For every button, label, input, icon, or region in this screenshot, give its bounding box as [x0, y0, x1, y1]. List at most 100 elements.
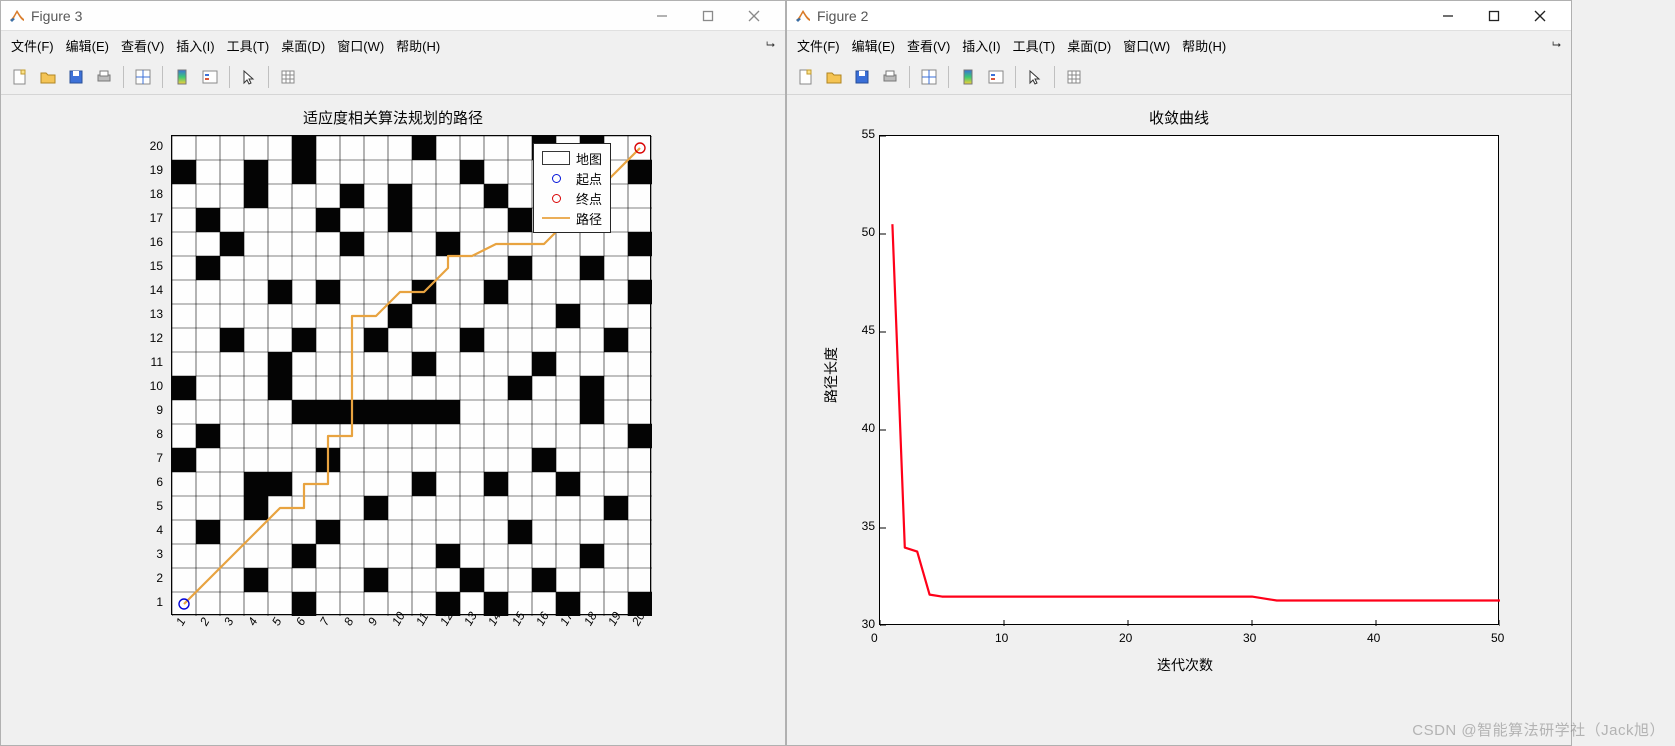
menu-view[interactable]: 查看(V) [907, 36, 950, 55]
menu-edit[interactable]: 编辑(E) [66, 36, 109, 55]
y-tick-label: 2 [139, 571, 163, 585]
expand-icon[interactable]: ⮡ [1552, 39, 1561, 52]
save-icon[interactable] [63, 64, 89, 90]
y-tick-label: 40 [849, 421, 875, 435]
x-tick-label: 50 [1491, 631, 1504, 645]
y-tick-label: 9 [139, 403, 163, 417]
minimize-button[interactable] [1425, 2, 1471, 30]
open-icon[interactable] [821, 64, 847, 90]
data-cursor-icon[interactable] [916, 64, 942, 90]
legend-swatch-rect [542, 151, 570, 165]
print-icon[interactable] [877, 64, 903, 90]
y-tick-label: 19 [139, 163, 163, 177]
legend-label: 终点 [576, 189, 602, 208]
menu-window[interactable]: 窗口(W) [337, 36, 384, 55]
menu-desktop[interactable]: 桌面(D) [1067, 36, 1111, 55]
y-tick-label: 11 [139, 355, 163, 369]
legend-label: 起点 [576, 169, 602, 188]
menu-insert[interactable]: 插入(I) [176, 36, 214, 55]
menu-view[interactable]: 查看(V) [121, 36, 164, 55]
menu-help[interactable]: 帮助(H) [396, 36, 440, 55]
x-tick-label: 5 [269, 615, 284, 628]
y-tick-label: 20 [139, 139, 163, 153]
window-title: Figure 3 [31, 8, 639, 24]
close-button[interactable] [1517, 2, 1563, 30]
y-tick-label: 16 [139, 235, 163, 249]
colorbar-icon[interactable] [169, 64, 195, 90]
minimize-button[interactable] [639, 2, 685, 30]
watermark: CSDN @智能算法研学社（Jack旭） [1412, 719, 1665, 740]
save-icon[interactable] [849, 64, 875, 90]
legend-icon[interactable] [197, 64, 223, 90]
menu-window[interactable]: 窗口(W) [1123, 36, 1170, 55]
menu-desktop[interactable]: 桌面(D) [281, 36, 325, 55]
x-tick-label: 9 [365, 615, 380, 628]
y-tick-label: 1 [139, 595, 163, 609]
close-button[interactable] [731, 2, 777, 30]
toolbar [787, 59, 1571, 95]
x-tick-label: 4 [245, 615, 260, 628]
menu-tools[interactable]: 工具(T) [227, 36, 270, 55]
print-icon[interactable] [91, 64, 117, 90]
path-line-icon [542, 211, 570, 225]
y-tick-label: 8 [139, 427, 163, 441]
new-icon[interactable] [7, 64, 33, 90]
end-marker-icon [542, 191, 570, 205]
plot-area-fig2: 收敛曲线 路径长度 迭代次数 30354045505501020304050 [787, 95, 1571, 745]
x-tick-label: 3 [221, 615, 236, 628]
menu-file[interactable]: 文件(F) [797, 36, 840, 55]
y-tick-label: 45 [849, 323, 875, 337]
x-tick-label: 1 [173, 615, 188, 628]
legend-item-end: 终点 [542, 188, 602, 208]
maximize-button[interactable] [1471, 2, 1517, 30]
expand-icon[interactable]: ⮡ [766, 39, 775, 52]
figure-window-2: Figure 2 文件(F) 编辑(E) 查看(V) 插入(I) 工具(T) 桌… [786, 0, 1572, 746]
y-tick-label: 3 [139, 547, 163, 561]
chart-title: 适应度相关算法规划的路径 [1, 107, 785, 128]
pointer-icon[interactable] [236, 64, 262, 90]
menu-help[interactable]: 帮助(H) [1182, 36, 1226, 55]
data-cursor-icon[interactable] [130, 64, 156, 90]
toolbar [1, 59, 785, 95]
legend-item-map: 地图 [542, 148, 602, 168]
x-tick-label: 2 [197, 615, 212, 628]
new-icon[interactable] [793, 64, 819, 90]
menu-edit[interactable]: 编辑(E) [852, 36, 895, 55]
x-tick-label: 40 [1367, 631, 1380, 645]
open-icon[interactable] [35, 64, 61, 90]
x-tick-label: 10 [995, 631, 1008, 645]
axes-box [879, 135, 1499, 625]
pointer-icon[interactable] [1022, 64, 1048, 90]
titlebar[interactable]: Figure 2 [787, 1, 1571, 31]
grid-icon[interactable] [1061, 64, 1087, 90]
titlebar[interactable]: Figure 3 [1, 1, 785, 31]
y-tick-label: 7 [139, 451, 163, 465]
y-tick-label: 50 [849, 225, 875, 239]
grid-icon[interactable] [275, 64, 301, 90]
x-tick-label: 30 [1243, 631, 1256, 645]
plot-area-fig3: 适应度相关算法规划的路径 地图 起点 终点 [1, 95, 785, 745]
menu-insert[interactable]: 插入(I) [962, 36, 1000, 55]
y-tick-label: 17 [139, 211, 163, 225]
y-tick-label: 6 [139, 475, 163, 489]
y-tick-label: 30 [849, 617, 875, 631]
y-tick-label: 55 [849, 127, 875, 141]
y-tick-label: 5 [139, 499, 163, 513]
x-tick-label: 6 [293, 615, 308, 628]
legend-box[interactable]: 地图 起点 终点 路径 [533, 143, 611, 233]
y-tick-label: 14 [139, 283, 163, 297]
legend-icon[interactable] [983, 64, 1009, 90]
y-tick-label: 10 [139, 379, 163, 393]
y-tick-label: 15 [139, 259, 163, 273]
menu-file[interactable]: 文件(F) [11, 36, 54, 55]
legend-label: 路径 [576, 209, 602, 228]
window-title: Figure 2 [817, 8, 1425, 24]
colorbar-icon[interactable] [955, 64, 981, 90]
maximize-button[interactable] [685, 2, 731, 30]
legend-item-path: 路径 [542, 208, 602, 228]
convergence-curve [880, 136, 1500, 626]
y-tick-label: 12 [139, 331, 163, 345]
y-tick-label: 18 [139, 187, 163, 201]
y-tick-label: 13 [139, 307, 163, 321]
menu-tools[interactable]: 工具(T) [1013, 36, 1056, 55]
